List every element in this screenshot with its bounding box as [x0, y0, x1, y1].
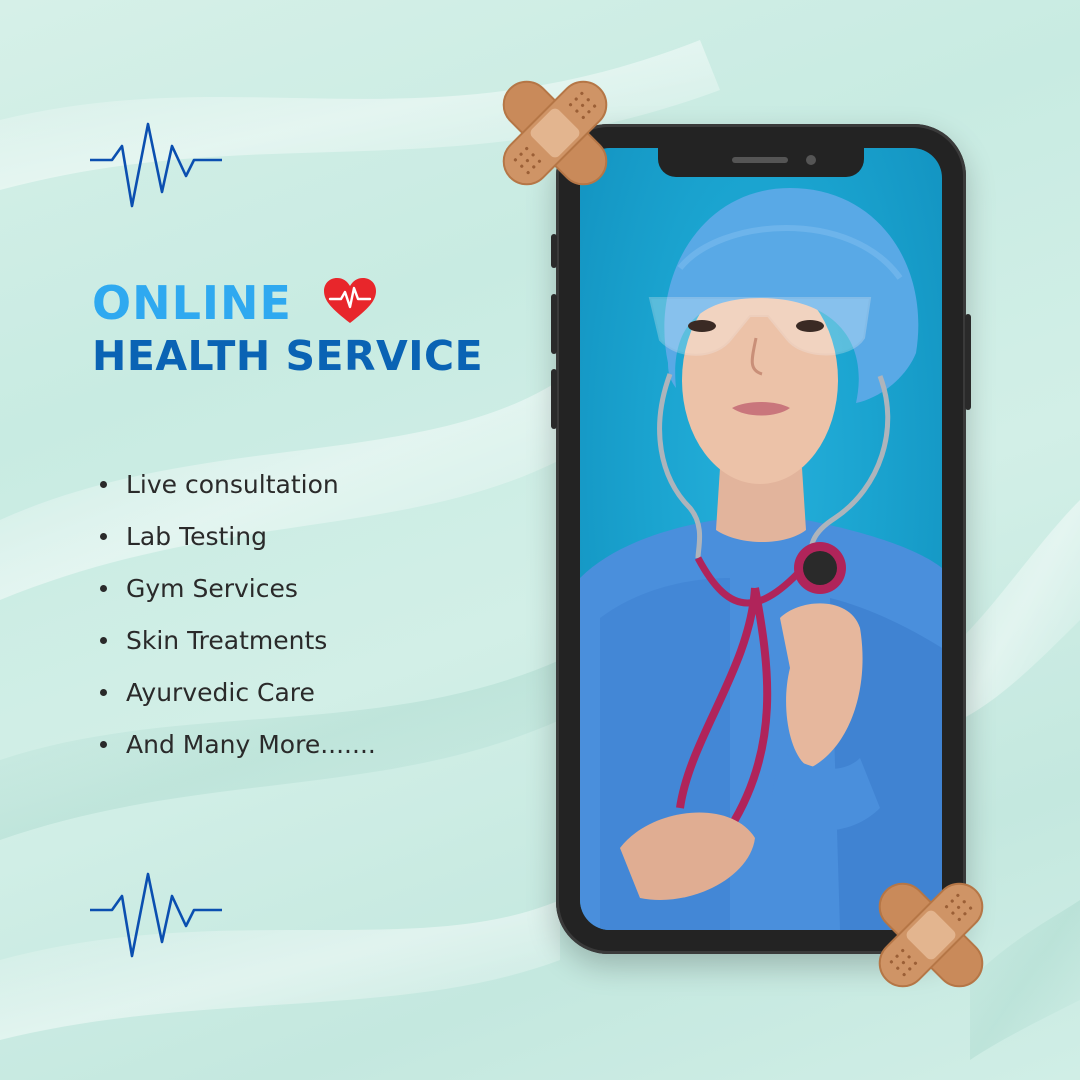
title-health-service: HEALTH SERVICE [92, 332, 484, 380]
bullet-icon [100, 740, 107, 748]
bullet-icon [100, 636, 107, 644]
bandage-cross-icon-top [488, 66, 622, 200]
service-label: Ayurvedic Care [126, 677, 315, 707]
doctor-photo [580, 188, 942, 930]
title-online: ONLINE [92, 276, 292, 330]
phone-volume-up-button [551, 294, 557, 354]
list-item: Skin Treatments [100, 614, 376, 666]
phone-side-button [551, 234, 557, 268]
service-label: Lab Testing [126, 521, 267, 551]
phone-power-button [965, 314, 971, 410]
service-label: Gym Services [126, 573, 298, 603]
phone-mockup [551, 124, 971, 954]
heartbeat-line-icon-top [90, 120, 222, 210]
service-label: Skin Treatments [126, 625, 328, 655]
list-item: Ayurvedic Care [100, 666, 376, 718]
service-label: Live consultation [126, 469, 339, 499]
heartbeat-line-icon-bottom [90, 870, 222, 960]
list-item: Gym Services [100, 562, 376, 614]
list-item: Live consultation [100, 458, 376, 510]
speaker-icon [732, 157, 788, 163]
list-item: And Many More....... [100, 718, 376, 770]
heart-pulse-icon [323, 278, 376, 323]
phone-volume-down-button [551, 369, 557, 429]
service-label: And Many More....... [126, 729, 376, 759]
bandage-cross-icon-bottom [864, 868, 998, 1002]
camera-icon [806, 155, 816, 165]
services-list: Live consultation Lab Testing Gym Servic… [100, 458, 376, 770]
bullet-icon [100, 584, 107, 592]
bullet-icon [100, 480, 107, 488]
bullet-icon [100, 532, 107, 540]
list-item: Lab Testing [100, 510, 376, 562]
phone-screen [580, 148, 942, 930]
phone-notch [658, 148, 864, 177]
bullet-icon [100, 688, 107, 696]
title-block: ONLINE HEALTH SERVICE [92, 276, 483, 380]
